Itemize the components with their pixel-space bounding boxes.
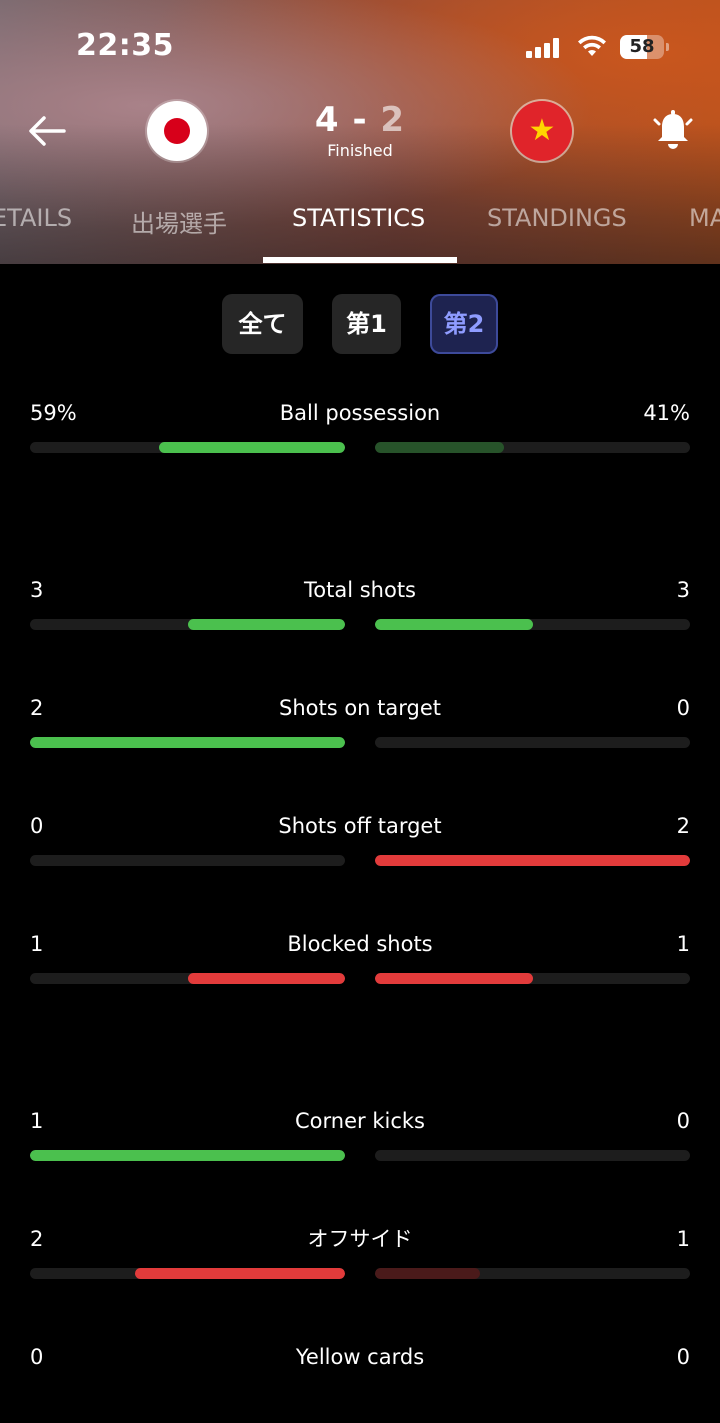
stat-away-value: 3	[676, 578, 690, 602]
stat-home-bar	[30, 1150, 345, 1161]
stat-home-value: 1	[30, 1109, 44, 1133]
away-score: 2	[380, 100, 406, 140]
stat-label: Corner kicks	[295, 1109, 425, 1133]
notification-bell-icon[interactable]	[650, 108, 696, 154]
stat-away-value: 1	[676, 1227, 690, 1251]
tab-bar: ETAILS 出場選手 STATISTICS STANDINGS MA	[0, 196, 720, 264]
stat-home-bar-fill	[187, 973, 345, 984]
active-tab-indicator	[263, 257, 457, 263]
tab-lineups[interactable]: 出場選手	[131, 204, 227, 239]
stat-away-bar	[375, 1268, 690, 1279]
stat-label: Yellow cards	[295, 1345, 425, 1369]
stat-away-bar	[375, 1150, 690, 1161]
stat-away-bar-fill	[375, 973, 533, 984]
stat-away-bar	[375, 442, 690, 453]
stat-row: 2 Shots on target 0	[0, 694, 720, 774]
stat-away-value: 0	[676, 1345, 690, 1369]
stat-row: 0 Yellow cards 0	[0, 1343, 720, 1423]
stat-home-bar-fill	[134, 1268, 345, 1279]
stat-home-value: 3	[30, 578, 44, 602]
stat-row: 2 オフサイド 1	[0, 1225, 720, 1305]
back-arrow-icon[interactable]	[24, 108, 70, 154]
tab-details[interactable]: ETAILS	[0, 204, 72, 232]
stat-row: 1 Blocked shots 1	[0, 930, 720, 1010]
stat-home-bar	[30, 737, 345, 748]
stat-away-bar-fill	[375, 442, 505, 453]
home-team-logo[interactable]	[147, 101, 207, 161]
stat-away-bar	[375, 855, 690, 866]
japan-flag-icon	[164, 118, 190, 144]
tab-standings[interactable]: STANDINGS	[487, 204, 627, 232]
stat-row: 3 Total shots 3	[0, 576, 720, 656]
stat-label: オフサイド	[307, 1227, 413, 1251]
stat-away-bar-fill	[375, 855, 690, 866]
stat-home-bar-fill	[30, 1150, 345, 1161]
stat-away-value: 1	[676, 932, 690, 956]
stat-label: Ball possession	[279, 401, 441, 425]
tab-matches[interactable]: MA	[689, 204, 720, 232]
match-score: 4 - 2	[260, 100, 460, 140]
stat-home-bar	[30, 855, 345, 866]
stat-home-bar	[30, 619, 345, 630]
stat-home-bar-fill	[187, 619, 345, 630]
stat-home-value: 0	[30, 814, 44, 838]
stat-away-value: 0	[676, 696, 690, 720]
battery-tip	[666, 43, 669, 51]
stat-away-bar-fill	[375, 1268, 480, 1279]
stat-label: Total shots	[304, 578, 416, 602]
vietnam-flag-icon: ★	[528, 113, 556, 148]
period-all-button[interactable]: 全て	[222, 294, 303, 354]
stat-row: 59% Ball possession 41%	[0, 399, 720, 479]
cellular-signal-icon	[526, 38, 562, 58]
score-separator: -	[352, 100, 368, 140]
stat-label: Blocked shots	[287, 932, 433, 956]
stat-away-bar	[375, 737, 690, 748]
stat-label: Shots off target	[278, 814, 442, 838]
tab-statistics[interactable]: STATISTICS	[292, 204, 425, 232]
stat-home-value: 59%	[30, 401, 77, 425]
stat-away-bar	[375, 973, 690, 984]
stat-away-value: 0	[676, 1109, 690, 1133]
stat-label: Shots on target	[278, 696, 442, 720]
stat-away-bar-fill	[375, 619, 533, 630]
stat-home-bar	[30, 1268, 345, 1279]
home-score: 4	[314, 100, 340, 140]
stat-home-bar	[30, 442, 345, 453]
stat-away-value: 41%	[643, 401, 690, 425]
stat-row: 1 Corner kicks 0	[0, 1107, 720, 1187]
battery-level: 58	[629, 36, 655, 57]
period-second-half-button[interactable]: 第2	[430, 294, 498, 354]
stat-home-bar	[30, 973, 345, 984]
away-team-logo[interactable]: ★	[512, 101, 572, 161]
stat-home-value: 1	[30, 932, 44, 956]
stat-away-bar	[375, 619, 690, 630]
match-header: 22:35 58 4 - 2 Finished ★ ETAILS 出場選手 ST…	[0, 0, 720, 264]
wifi-icon	[578, 35, 606, 56]
battery-icon: 58	[620, 35, 664, 59]
stat-home-value: 2	[30, 696, 44, 720]
status-bar-time: 22:35	[76, 28, 174, 63]
stat-home-bar-fill	[159, 442, 345, 453]
stat-home-bar-fill	[30, 737, 345, 748]
stat-away-value: 2	[676, 814, 690, 838]
period-first-half-button[interactable]: 第1	[332, 294, 401, 354]
stat-home-value: 0	[30, 1345, 44, 1369]
stat-home-value: 2	[30, 1227, 44, 1251]
match-status: Finished	[327, 141, 393, 160]
stat-row: 0 Shots off target 2	[0, 812, 720, 892]
